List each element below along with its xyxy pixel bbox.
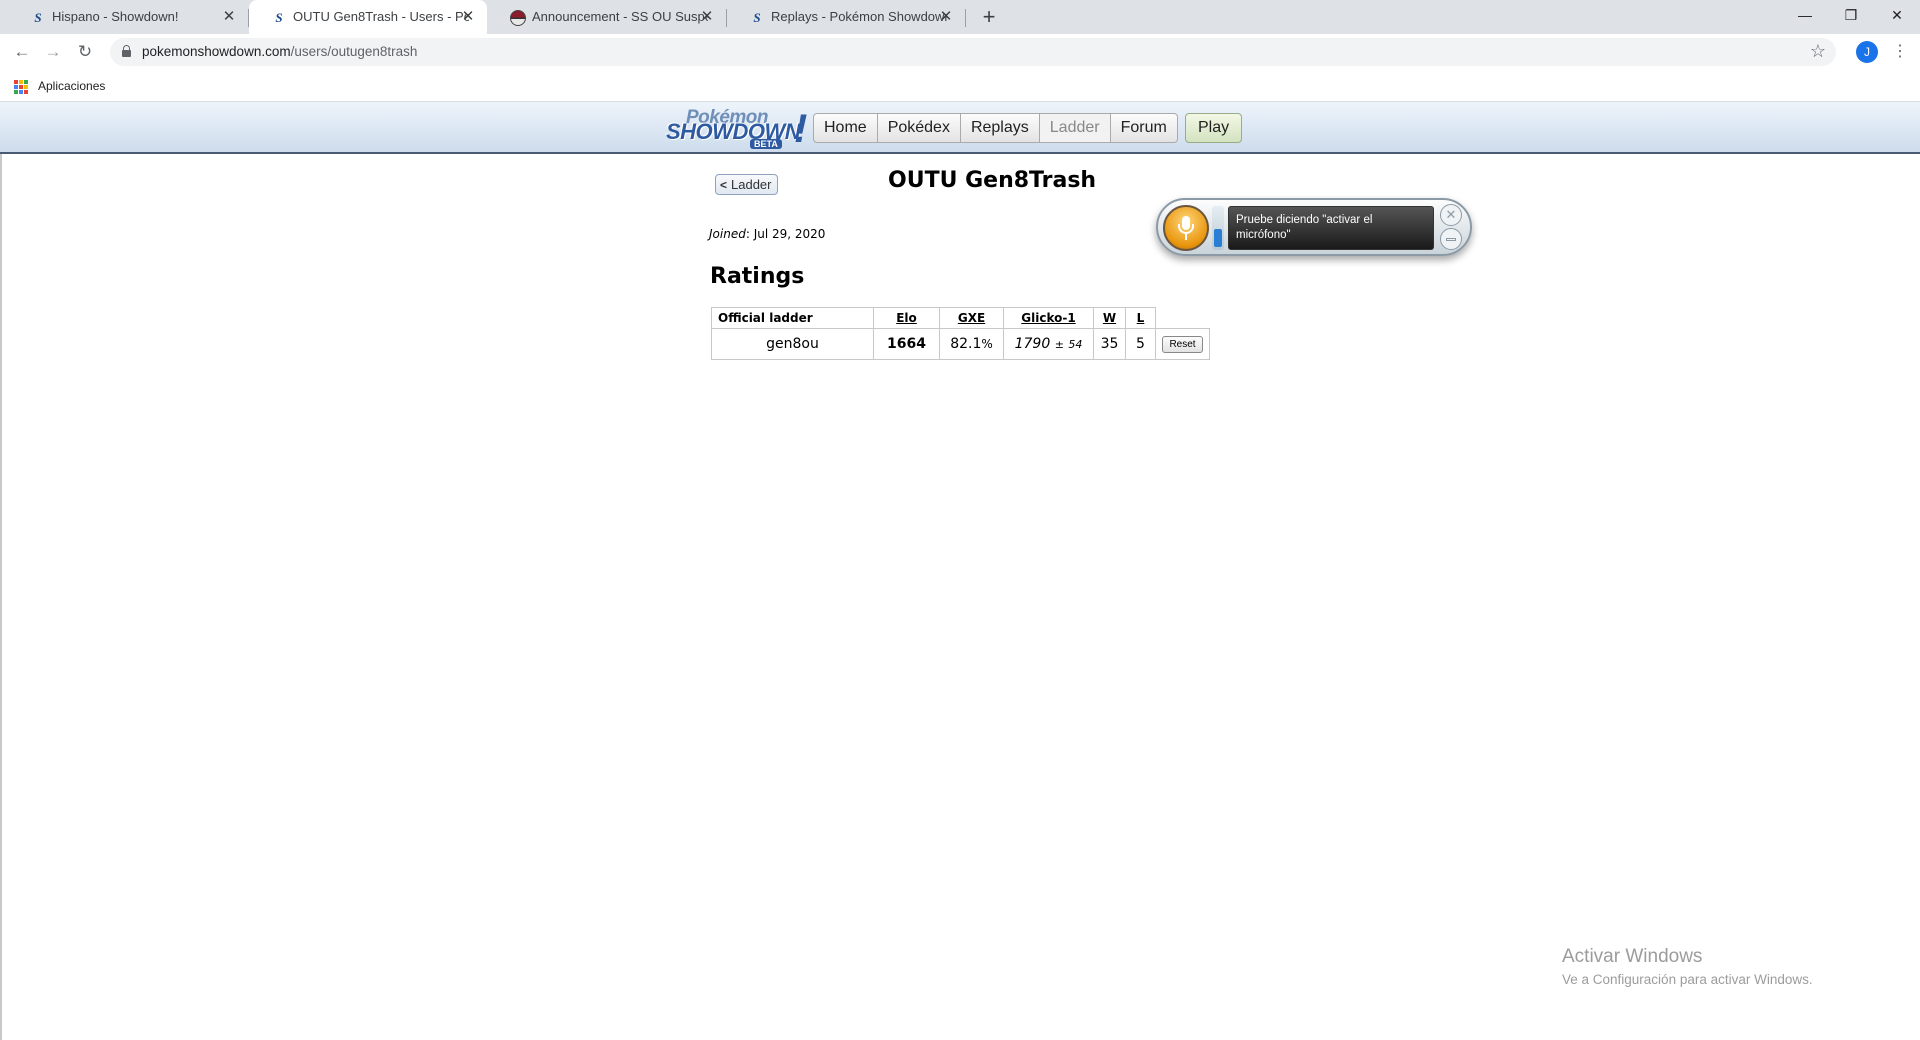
url-text[interactable]: pokemonshowdown.com/users/outugen8trash [142,44,417,59]
cell-elo: 1664 [873,328,940,360]
cell-format: gen8ou [711,328,874,360]
reload-icon[interactable]: ↻ [73,40,97,64]
cell-reset: Reset [1155,328,1210,360]
joined-label: Joined [709,227,746,241]
restore-window-button[interactable]: ❐ [1828,0,1874,30]
cell-wins: 35 [1093,328,1126,360]
bookmark-star-icon[interactable]: ☆ [1810,41,1826,62]
ratings-heading: Ratings [710,264,805,289]
cell-gxe: 82.1% [939,328,1004,360]
nav-replays[interactable]: Replays [960,113,1040,143]
page-title: OUTU Gen8Trash [888,168,1097,193]
tab-ss-ou-suspect[interactable]: Announcement - SS OU Suspect Test ✕ [488,0,726,34]
col-gxe[interactable]: GXE [939,307,1004,329]
showdown-favicon-icon: S [753,10,761,25]
back-arrow-icon[interactable]: ← [10,40,34,64]
showdown-favicon-icon: S [34,10,42,25]
apps-grid-icon[interactable] [14,80,28,94]
tab-separator [965,9,966,27]
speech-text-box: Pruebe diciendo "activar el micrófono" [1228,206,1434,250]
nav-pokedex[interactable]: Pokédex [877,113,961,143]
tab-title: Replays - Pokémon Showdown [771,9,947,24]
nav-ladder[interactable]: Ladder [1039,113,1111,143]
tab-hispano-showdown[interactable]: S Hispano - Showdown! ✕ [8,0,248,34]
tab-close-icon[interactable]: ✕ [698,8,716,26]
watermark-title: Activar Windows [1562,946,1703,967]
beta-badge: BETA [750,139,782,149]
back-button-label: Ladder [731,177,772,192]
tab-replays[interactable]: S Replays - Pokémon Showdown ✕ [727,0,965,34]
bookmarks-bar: Aplicaciones [0,70,1920,102]
cell-glicko: 1790 ± 54 [1003,328,1094,360]
col-wins[interactable]: W [1093,307,1126,329]
minimize-icon[interactable] [1440,228,1462,250]
col-losses[interactable]: L [1125,307,1156,329]
joined-date: Jul 29, 2020 [753,227,826,241]
speech-prompt: Pruebe diciendo "activar el micrófono" [1236,214,1373,241]
chevron-left-icon: < [720,178,728,192]
speech-recognition-widget[interactable]: Pruebe diciendo "activar el micrófono" ✕ [1156,198,1472,256]
back-to-ladder-button[interactable]: < Ladder [715,174,778,195]
browser-menu-icon[interactable]: ⋮ [1890,42,1910,62]
watermark-subtitle: Ve a Configuración para activar Windows. [1562,972,1813,987]
play-button[interactable]: Play [1185,113,1243,143]
tab-close-icon[interactable]: ✕ [937,8,955,26]
logo-exclamation-icon: ! [794,107,808,151]
main-nav: Home Pokédex Replays Ladder Forum [813,113,1178,143]
showdown-header: Pokémon SHOWDOWN ! BETA Home Pokédex Rep… [0,102,1920,154]
tab-title: Announcement - SS OU Suspect Test [532,9,708,24]
page-content [0,154,1920,1040]
tab-outu-gen8trash[interactable]: S OUTU Gen8Trash - Users - Pokémon Showd… [249,0,487,34]
microphone-icon[interactable] [1163,205,1209,251]
windows-activation-watermark: Activar Windows Ve a Configuración para … [1562,946,1813,987]
audio-level-meter [1212,206,1224,250]
lock-icon[interactable] [122,45,131,57]
tab-title: Hispano - Showdown! [52,9,179,24]
col-glicko[interactable]: Glicko-1 [1003,307,1094,329]
nav-forum[interactable]: Forum [1110,113,1178,143]
col-actions [1156,308,1210,329]
tab-close-icon[interactable]: ✕ [220,8,238,26]
showdown-favicon-icon: S [275,10,283,25]
minimize-window-button[interactable]: — [1782,0,1828,30]
close-icon[interactable]: ✕ [1440,204,1462,226]
nav-home[interactable]: Home [813,113,878,143]
close-window-button[interactable]: ✕ [1874,0,1920,30]
table-header-row: Official ladder Elo GXE Glicko-1 W L [711,307,1210,329]
tab-close-icon[interactable]: ✕ [459,8,477,26]
col-elo[interactable]: Elo [873,307,940,329]
cell-losses: 5 [1125,328,1156,360]
reset-rating-button[interactable]: Reset [1162,336,1203,353]
browser-toolbar: ← → ↻ pokemonshowdown.com/users/outugen8… [0,34,1920,70]
showdown-logo[interactable]: Pokémon SHOWDOWN ! BETA [664,105,810,151]
smogon-favicon-icon [510,10,526,26]
forward-arrow-icon[interactable]: → [41,40,65,64]
col-official-ladder: Official ladder [711,307,874,329]
new-tab-button[interactable]: + [976,4,1002,30]
profile-avatar[interactable]: J [1856,41,1878,63]
joined-info: Joined: Jul 29, 2020 [709,227,826,241]
tab-title: OUTU Gen8Trash - Users - Pokémon Showdow… [293,9,469,24]
apps-bookmark-label[interactable]: Aplicaciones [38,79,105,93]
ratings-table: Official ladder Elo GXE Glicko-1 W L gen… [711,307,1210,360]
table-row: gen8ou 1664 82.1% 1790 ± 54 35 5 Reset [711,328,1210,360]
browser-tab-strip: S Hispano - Showdown! ✕ S OUTU Gen8Trash… [0,0,1920,34]
address-bar[interactable]: pokemonshowdown.com/users/outugen8trash … [110,38,1836,66]
